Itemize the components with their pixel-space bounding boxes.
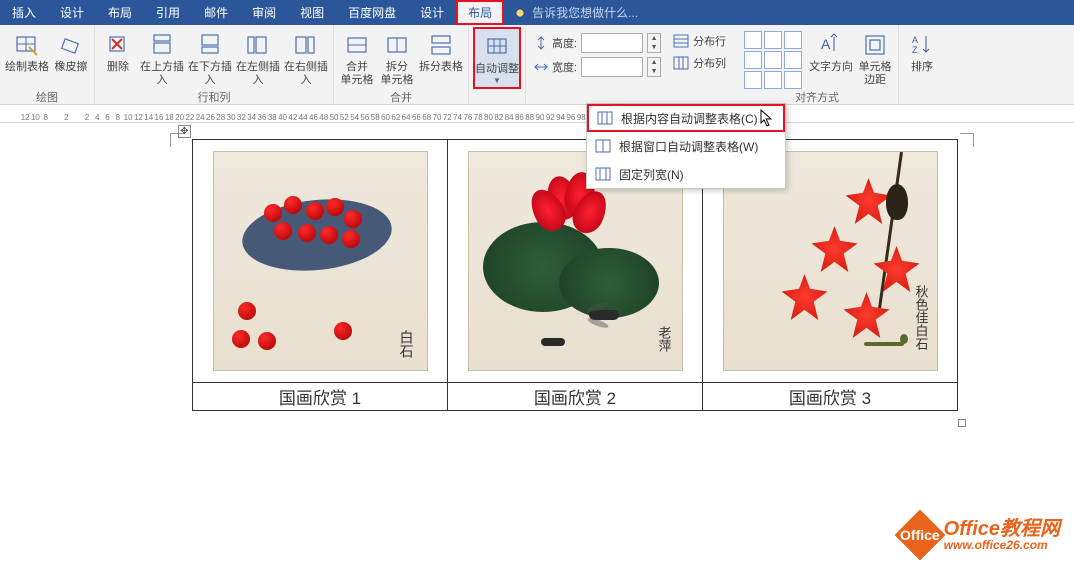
tab-references[interactable]: 引用 [144, 0, 192, 25]
merge-icon [345, 33, 369, 57]
svg-text:A: A [912, 35, 918, 45]
tab-design[interactable]: 设计 [48, 0, 96, 25]
split-table-icon [429, 33, 453, 57]
autofit-window-item[interactable]: 根据窗口自动调整表格(W) [587, 132, 785, 160]
delete-icon [106, 33, 130, 57]
group-draw-label: 绘图 [36, 89, 58, 105]
tab-mail[interactable]: 邮件 [192, 0, 240, 25]
distribute-cols-button[interactable]: 分布列 [673, 55, 726, 71]
tab-table-design[interactable]: 设计 [408, 0, 456, 25]
insert-below-button[interactable]: 在下方插入 [187, 27, 233, 89]
merge-cells-button[interactable]: 合并 单元格 [338, 27, 376, 89]
group-rowcol: 删除 在上方插入 在下方插入 在左侧插入 在右侧插入 行和列 [95, 25, 334, 104]
tab-view[interactable]: 视图 [288, 0, 336, 25]
sort-button[interactable]: AZ 排序 [903, 27, 941, 89]
svg-text:Z: Z [912, 45, 918, 55]
bulb-icon [514, 7, 526, 19]
watermark: Office Office教程网 www.office26.com [902, 517, 1060, 553]
group-autofit: 自动调整 ▼ [469, 25, 526, 104]
dist-rows-icon [673, 34, 689, 48]
watermark-url: www.office26.com [944, 539, 1060, 551]
text-direction-button[interactable]: A 文字方向 [808, 27, 854, 89]
group-sort: AZ 排序 [899, 25, 945, 104]
autofit-dropdown: 根据内容自动调整表格(C) 根据窗口自动调整表格(W) 固定列宽(N) [586, 103, 786, 189]
draw-table-icon [15, 33, 39, 57]
tab-review[interactable]: 审阅 [240, 0, 288, 25]
content-table[interactable]: 白石 老萍 秋色佳白石 国画欣赏 1 [192, 139, 958, 411]
autofit-button[interactable]: 自动调整 ▼ [473, 27, 521, 89]
painting-1: 白石 [213, 151, 428, 371]
tab-table-layout[interactable]: 布局 [456, 0, 504, 25]
tell-me-text: 告诉我您想做什么... [532, 4, 638, 21]
insert-right-icon [294, 33, 318, 57]
eraser-icon [59, 33, 83, 57]
alignment-grid[interactable] [740, 27, 806, 89]
delete-button[interactable]: 删除 [99, 27, 137, 89]
fixed-width-item[interactable]: 固定列宽(N) [587, 160, 785, 188]
text-dir-icon: A [819, 33, 843, 57]
group-rowcol-label: 行和列 [198, 89, 231, 105]
document-area: ✥ 白石 老萍 [0, 123, 1074, 563]
draw-table-button[interactable]: 绘制表格 [4, 27, 50, 89]
group-align-label: 对齐方式 [795, 89, 839, 105]
table-cell-img-1[interactable]: 白石 [193, 140, 448, 383]
svg-text:A: A [821, 36, 831, 52]
tab-baidu[interactable]: 百度网盘 [336, 0, 408, 25]
insert-above-icon [150, 33, 174, 57]
autofit-icon [485, 35, 509, 59]
page-corner-right [960, 133, 974, 147]
table-move-handle[interactable]: ✥ [178, 125, 191, 138]
ribbon-tabs: 插入 设计 布局 引用 邮件 审阅 视图 百度网盘 设计 布局 告诉我您想做什么… [0, 0, 1074, 25]
insert-left-button[interactable]: 在左侧插入 [235, 27, 281, 89]
group-merge: 合并 单元格 拆分 单元格 拆分表格 合并 [334, 25, 469, 104]
table-resize-handle[interactable] [958, 419, 966, 427]
group-cellsize: 高度: ▲▼ 宽度: ▲▼ 分布行 分布列 [526, 25, 736, 104]
group-align: A 文字方向 单元格 边距 对齐方式 [736, 25, 899, 104]
tell-me[interactable]: 告诉我您想做什么... [504, 0, 648, 25]
height-icon [534, 36, 548, 50]
split-cells-button[interactable]: 拆分 单元格 [378, 27, 416, 89]
group-draw: 绘制表格 橡皮擦 绘图 [0, 25, 95, 104]
caption-1[interactable]: 国画欣赏 1 [193, 383, 448, 411]
cell-margins-button[interactable]: 单元格 边距 [856, 27, 894, 89]
tab-insert[interactable]: 插入 [0, 0, 48, 25]
distribute-rows-button[interactable]: 分布行 [673, 33, 726, 49]
margins-icon [863, 33, 887, 57]
height-spinner[interactable]: ▲▼ [647, 33, 661, 53]
watermark-icon: Office [894, 510, 945, 561]
split-icon [385, 33, 409, 57]
width-spinner[interactable]: ▲▼ [647, 57, 661, 77]
ribbon: 绘制表格 橡皮擦 绘图 删除 在上方插入 在下方插入 [0, 25, 1074, 105]
insert-left-icon [246, 33, 270, 57]
cursor-icon [760, 109, 774, 127]
horizontal-ruler[interactable]: 1210822468101214161820222426283032343638… [0, 105, 1074, 123]
caption-2[interactable]: 国画欣赏 2 [448, 383, 703, 411]
tab-layout[interactable]: 布局 [96, 0, 144, 25]
width-input[interactable] [581, 57, 643, 77]
caption-3[interactable]: 国画欣赏 3 [703, 383, 958, 411]
split-table-button[interactable]: 拆分表格 [418, 27, 464, 89]
dist-cols-icon [673, 56, 689, 70]
fixed-width-icon [595, 167, 611, 181]
insert-below-icon [198, 33, 222, 57]
sort-icon: AZ [910, 33, 934, 57]
width-icon [534, 60, 548, 74]
autofit-content-icon [597, 111, 613, 125]
eraser-button[interactable]: 橡皮擦 [52, 27, 90, 89]
autofit-window-icon [595, 139, 611, 153]
watermark-title: Office教程网 [944, 519, 1060, 539]
height-input[interactable] [581, 33, 643, 53]
autofit-content-item[interactable]: 根据内容自动调整表格(C) [587, 104, 785, 132]
insert-above-button[interactable]: 在上方插入 [139, 27, 185, 89]
group-merge-label: 合并 [390, 89, 412, 105]
insert-right-button[interactable]: 在右侧插入 [283, 27, 329, 89]
